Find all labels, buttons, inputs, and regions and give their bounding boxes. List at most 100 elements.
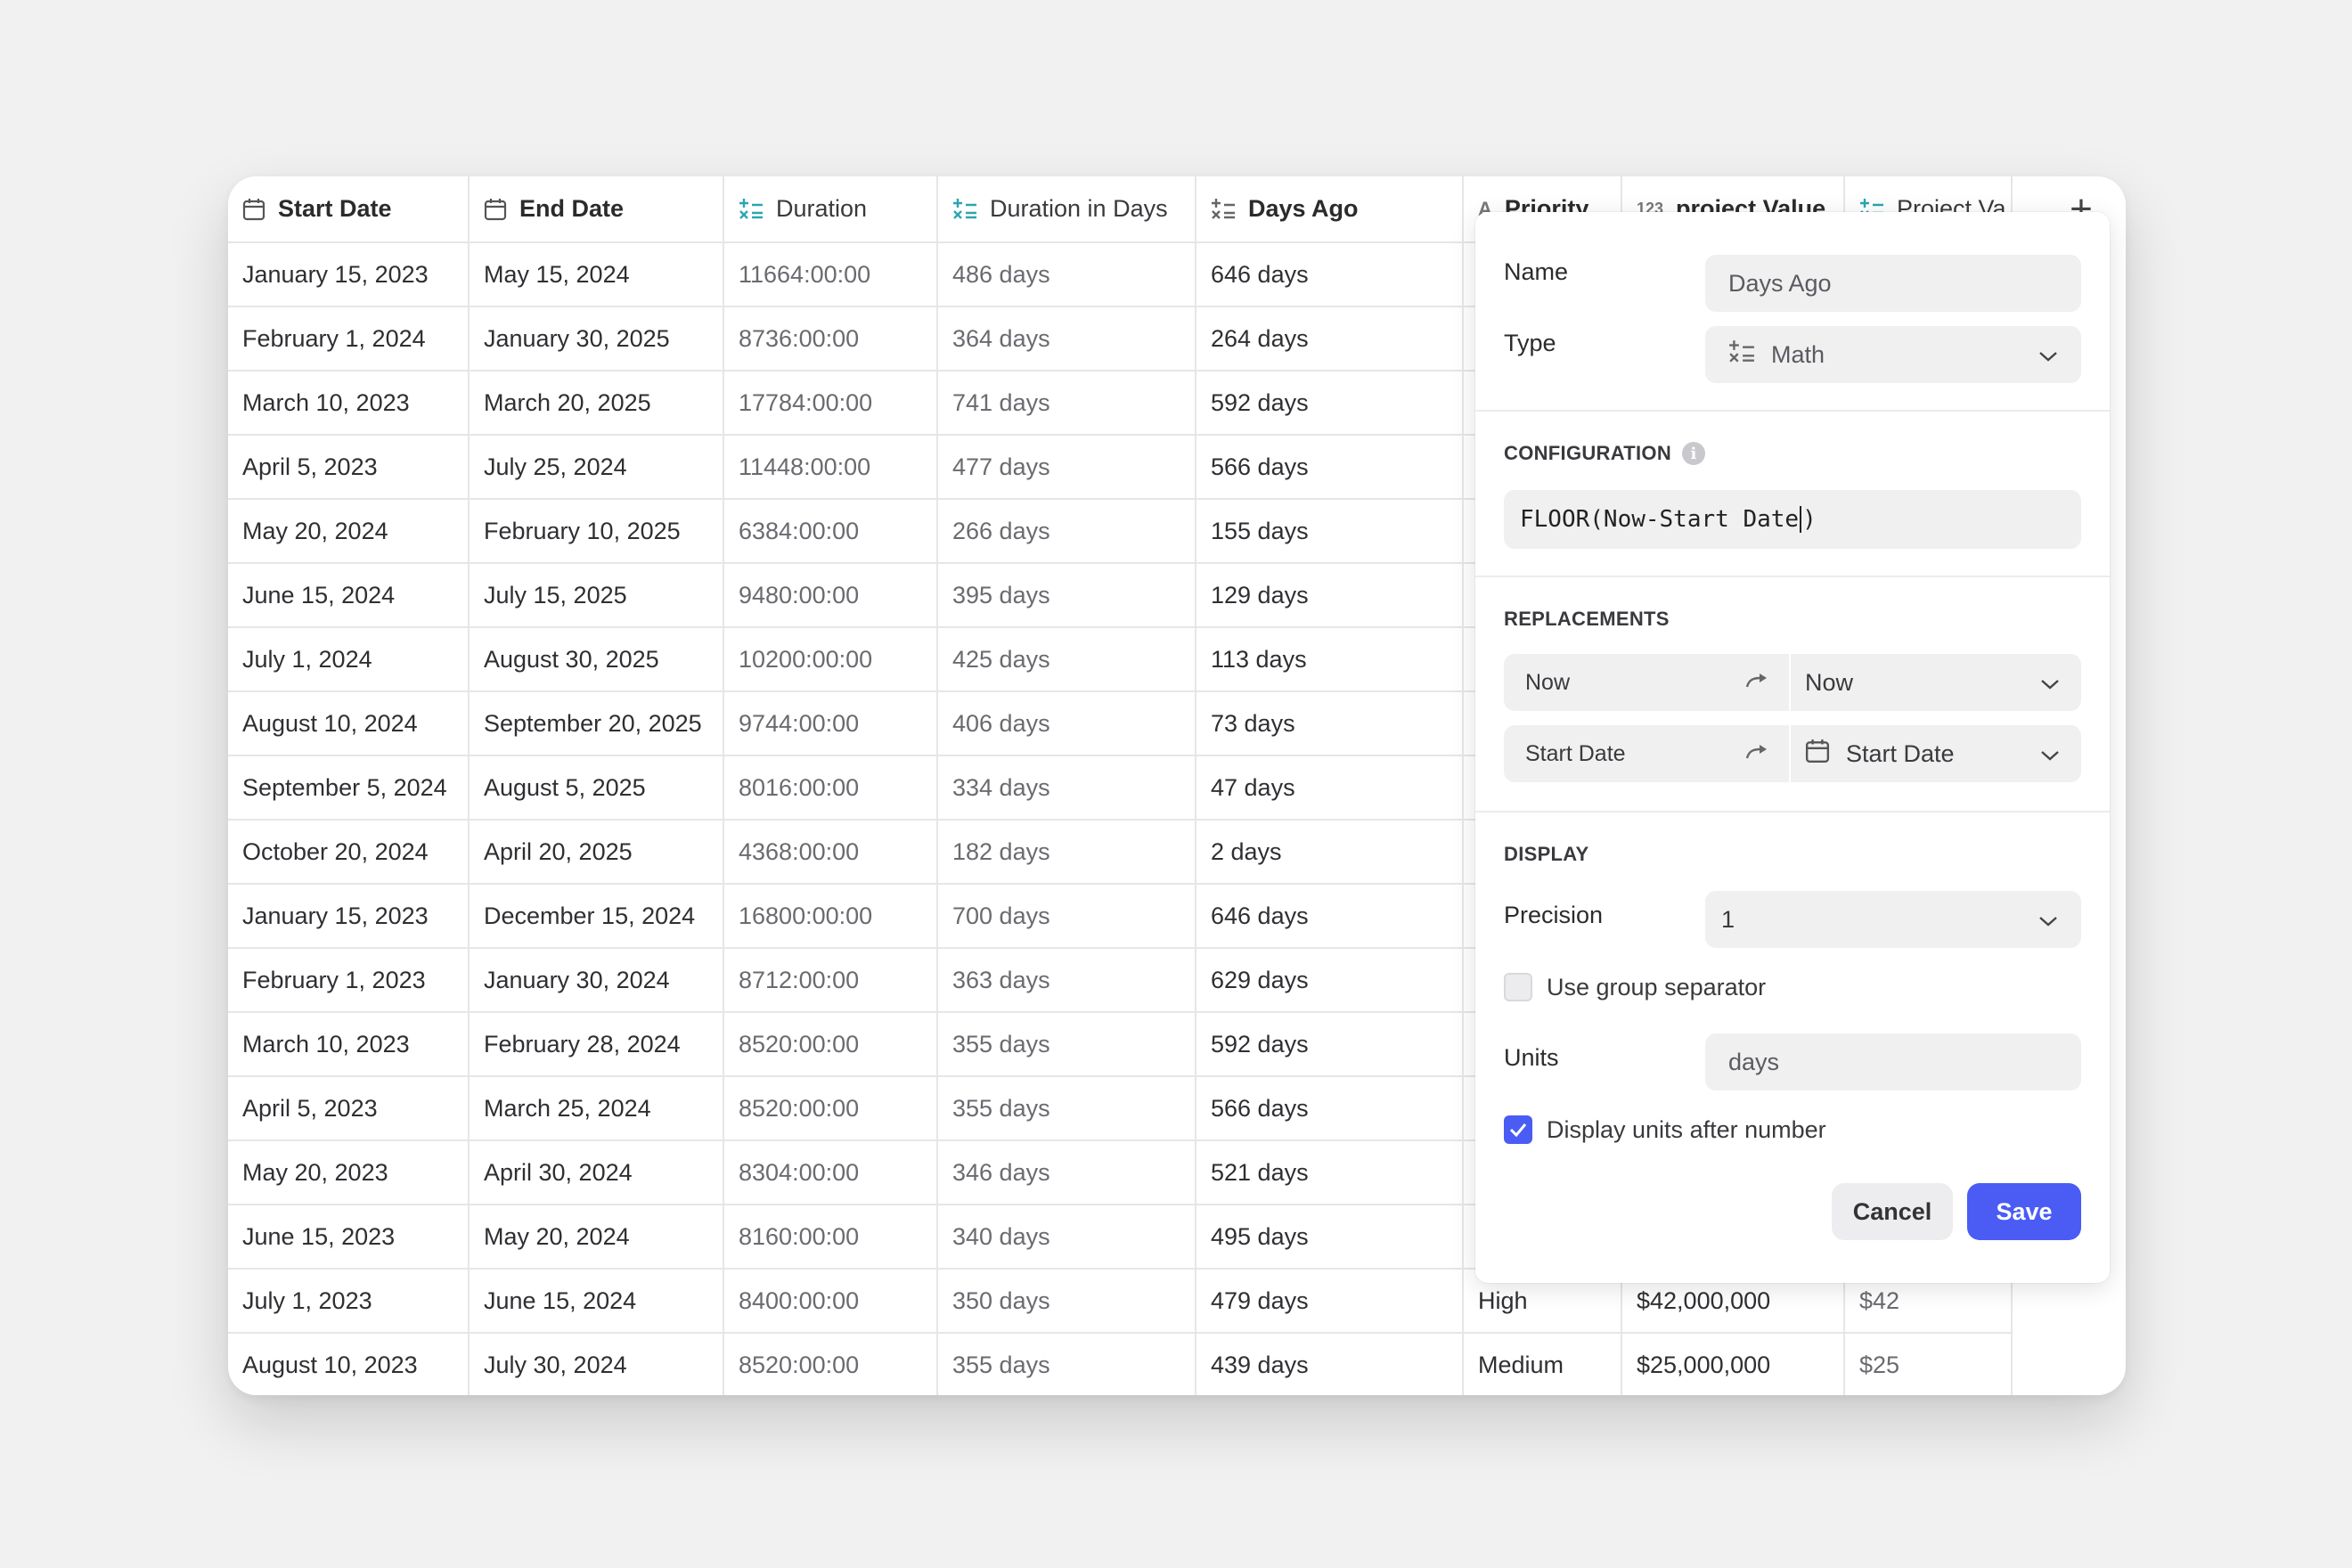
end-date-cell[interactable]: January 30, 2025	[469, 306, 724, 372]
duration-cell[interactable]: 10200:00:00	[723, 627, 938, 692]
duration-in-days-cell[interactable]: 425 days	[937, 627, 1196, 692]
units-after-checkbox[interactable]	[1504, 1115, 1532, 1144]
duration-in-days-cell[interactable]: 266 days	[937, 499, 1196, 564]
type-select[interactable]: Math	[1705, 326, 2081, 383]
duration-in-days-cell[interactable]: 486 days	[937, 242, 1196, 307]
days-ago-cell[interactable]: 129 days	[1196, 563, 1464, 628]
duration-cell[interactable]: 8712:00:00	[723, 948, 938, 1013]
units-input[interactable]: days	[1705, 1033, 2081, 1090]
end-date-cell[interactable]: January 30, 2024	[469, 948, 724, 1013]
start-date-cell[interactable]: May 20, 2023	[228, 1140, 470, 1205]
duration-in-days-cell[interactable]: 741 days	[937, 371, 1196, 436]
end-date-cell[interactable]: March 20, 2025	[469, 371, 724, 436]
days-ago-cell[interactable]: 113 days	[1196, 627, 1464, 692]
cancel-button[interactable]: Cancel	[1832, 1183, 1953, 1240]
days-ago-cell[interactable]: 47 days	[1196, 755, 1464, 821]
days-ago-cell[interactable]: 495 days	[1196, 1205, 1464, 1270]
start-date-cell[interactable]: August 10, 2023	[228, 1333, 470, 1395]
start-date-cell[interactable]: October 20, 2024	[228, 820, 470, 885]
start-date-cell[interactable]: June 15, 2023	[228, 1205, 470, 1270]
formula-input[interactable]: FLOOR(Now-Start Date)	[1504, 490, 2081, 549]
duration-cell[interactable]: 16800:00:00	[723, 884, 938, 949]
replacement-target-select[interactable]: Start Date	[1791, 725, 2081, 782]
duration-cell[interactable]: 8016:00:00	[723, 755, 938, 821]
start-date-cell[interactable]: May 20, 2024	[228, 499, 470, 564]
start-date-cell[interactable]: February 1, 2023	[228, 948, 470, 1013]
duration-in-days-cell[interactable]: 182 days	[937, 820, 1196, 885]
table-row[interactable]: August 10, 2023 July 30, 2024 8520:00:00 35…	[228, 1333, 2013, 1395]
save-button[interactable]: Save	[1967, 1183, 2081, 1240]
days-ago-cell[interactable]: 646 days	[1196, 884, 1464, 949]
duration-cell[interactable]: 11448:00:00	[723, 435, 938, 500]
duration-in-days-cell[interactable]: 355 days	[937, 1012, 1196, 1077]
project-value-math-cell[interactable]: $25	[1844, 1333, 2013, 1395]
column-header-start-date[interactable]: Start Date	[228, 176, 470, 243]
days-ago-cell[interactable]: 592 days	[1196, 371, 1464, 436]
start-date-cell[interactable]: April 5, 2023	[228, 1076, 470, 1141]
end-date-cell[interactable]: May 20, 2024	[469, 1205, 724, 1270]
start-date-cell[interactable]: January 15, 2023	[228, 242, 470, 307]
duration-in-days-cell[interactable]: 350 days	[937, 1269, 1196, 1334]
duration-in-days-cell[interactable]: 334 days	[937, 755, 1196, 821]
end-date-cell[interactable]: September 20, 2025	[469, 691, 724, 756]
end-date-cell[interactable]: April 30, 2024	[469, 1140, 724, 1205]
duration-cell[interactable]: 9744:00:00	[723, 691, 938, 756]
days-ago-cell[interactable]: 439 days	[1196, 1333, 1464, 1395]
start-date-cell[interactable]: February 1, 2024	[228, 306, 470, 372]
days-ago-cell[interactable]: 566 days	[1196, 435, 1464, 500]
duration-cell[interactable]: 11664:00:00	[723, 242, 938, 307]
duration-cell[interactable]: 8304:00:00	[723, 1140, 938, 1205]
days-ago-cell[interactable]: 646 days	[1196, 242, 1464, 307]
days-ago-cell[interactable]: 73 days	[1196, 691, 1464, 756]
duration-in-days-cell[interactable]: 364 days	[937, 306, 1196, 372]
priority-cell[interactable]: Medium	[1463, 1333, 1622, 1395]
column-header-days-ago[interactable]: Days Ago	[1196, 176, 1464, 243]
start-date-cell[interactable]: April 5, 2023	[228, 435, 470, 500]
days-ago-cell[interactable]: 155 days	[1196, 499, 1464, 564]
duration-in-days-cell[interactable]: 355 days	[937, 1076, 1196, 1141]
group-separator-checkbox[interactable]	[1504, 973, 1532, 1001]
days-ago-cell[interactable]: 521 days	[1196, 1140, 1464, 1205]
end-date-cell[interactable]: April 20, 2025	[469, 820, 724, 885]
end-date-cell[interactable]: July 15, 2025	[469, 563, 724, 628]
duration-in-days-cell[interactable]: 346 days	[937, 1140, 1196, 1205]
duration-cell[interactable]: 9480:00:00	[723, 563, 938, 628]
end-date-cell[interactable]: February 28, 2024	[469, 1012, 724, 1077]
start-date-cell[interactable]: September 5, 2024	[228, 755, 470, 821]
duration-in-days-cell[interactable]: 477 days	[937, 435, 1196, 500]
start-date-cell[interactable]: March 10, 2023	[228, 1012, 470, 1077]
duration-in-days-cell[interactable]: 340 days	[937, 1205, 1196, 1270]
start-date-cell[interactable]: June 15, 2024	[228, 563, 470, 628]
replacement-target-select[interactable]: Now	[1791, 654, 2081, 711]
days-ago-cell[interactable]: 566 days	[1196, 1076, 1464, 1141]
end-date-cell[interactable]: August 5, 2025	[469, 755, 724, 821]
duration-in-days-cell[interactable]: 700 days	[937, 884, 1196, 949]
precision-select[interactable]: 1	[1705, 891, 2081, 948]
name-input[interactable]: Days Ago	[1705, 255, 2081, 312]
duration-in-days-cell[interactable]: 363 days	[937, 948, 1196, 1013]
duration-cell[interactable]: 4368:00:00	[723, 820, 938, 885]
duration-cell[interactable]: 8160:00:00	[723, 1205, 938, 1270]
duration-cell[interactable]: 8520:00:00	[723, 1076, 938, 1141]
duration-in-days-cell[interactable]: 395 days	[937, 563, 1196, 628]
end-date-cell[interactable]: June 15, 2024	[469, 1269, 724, 1334]
start-date-cell[interactable]: March 10, 2023	[228, 371, 470, 436]
column-header-end-date[interactable]: End Date	[469, 176, 724, 243]
days-ago-cell[interactable]: 264 days	[1196, 306, 1464, 372]
days-ago-cell[interactable]: 629 days	[1196, 948, 1464, 1013]
end-date-cell[interactable]: May 15, 2024	[469, 242, 724, 307]
start-date-cell[interactable]: August 10, 2024	[228, 691, 470, 756]
days-ago-cell[interactable]: 592 days	[1196, 1012, 1464, 1077]
duration-cell[interactable]: 8520:00:00	[723, 1333, 938, 1395]
info-icon[interactable]: i	[1682, 442, 1706, 465]
duration-cell[interactable]: 8736:00:00	[723, 306, 938, 372]
end-date-cell[interactable]: July 30, 2024	[469, 1333, 724, 1395]
start-date-cell[interactable]: July 1, 2023	[228, 1269, 470, 1334]
column-header-duration-in-days[interactable]: Duration in Days	[937, 176, 1196, 243]
end-date-cell[interactable]: December 15, 2024	[469, 884, 724, 949]
end-date-cell[interactable]: March 25, 2024	[469, 1076, 724, 1141]
end-date-cell[interactable]: July 25, 2024	[469, 435, 724, 500]
days-ago-cell[interactable]: 479 days	[1196, 1269, 1464, 1334]
start-date-cell[interactable]: January 15, 2023	[228, 884, 470, 949]
project-value-cell[interactable]: $25,000,000	[1621, 1333, 1845, 1395]
